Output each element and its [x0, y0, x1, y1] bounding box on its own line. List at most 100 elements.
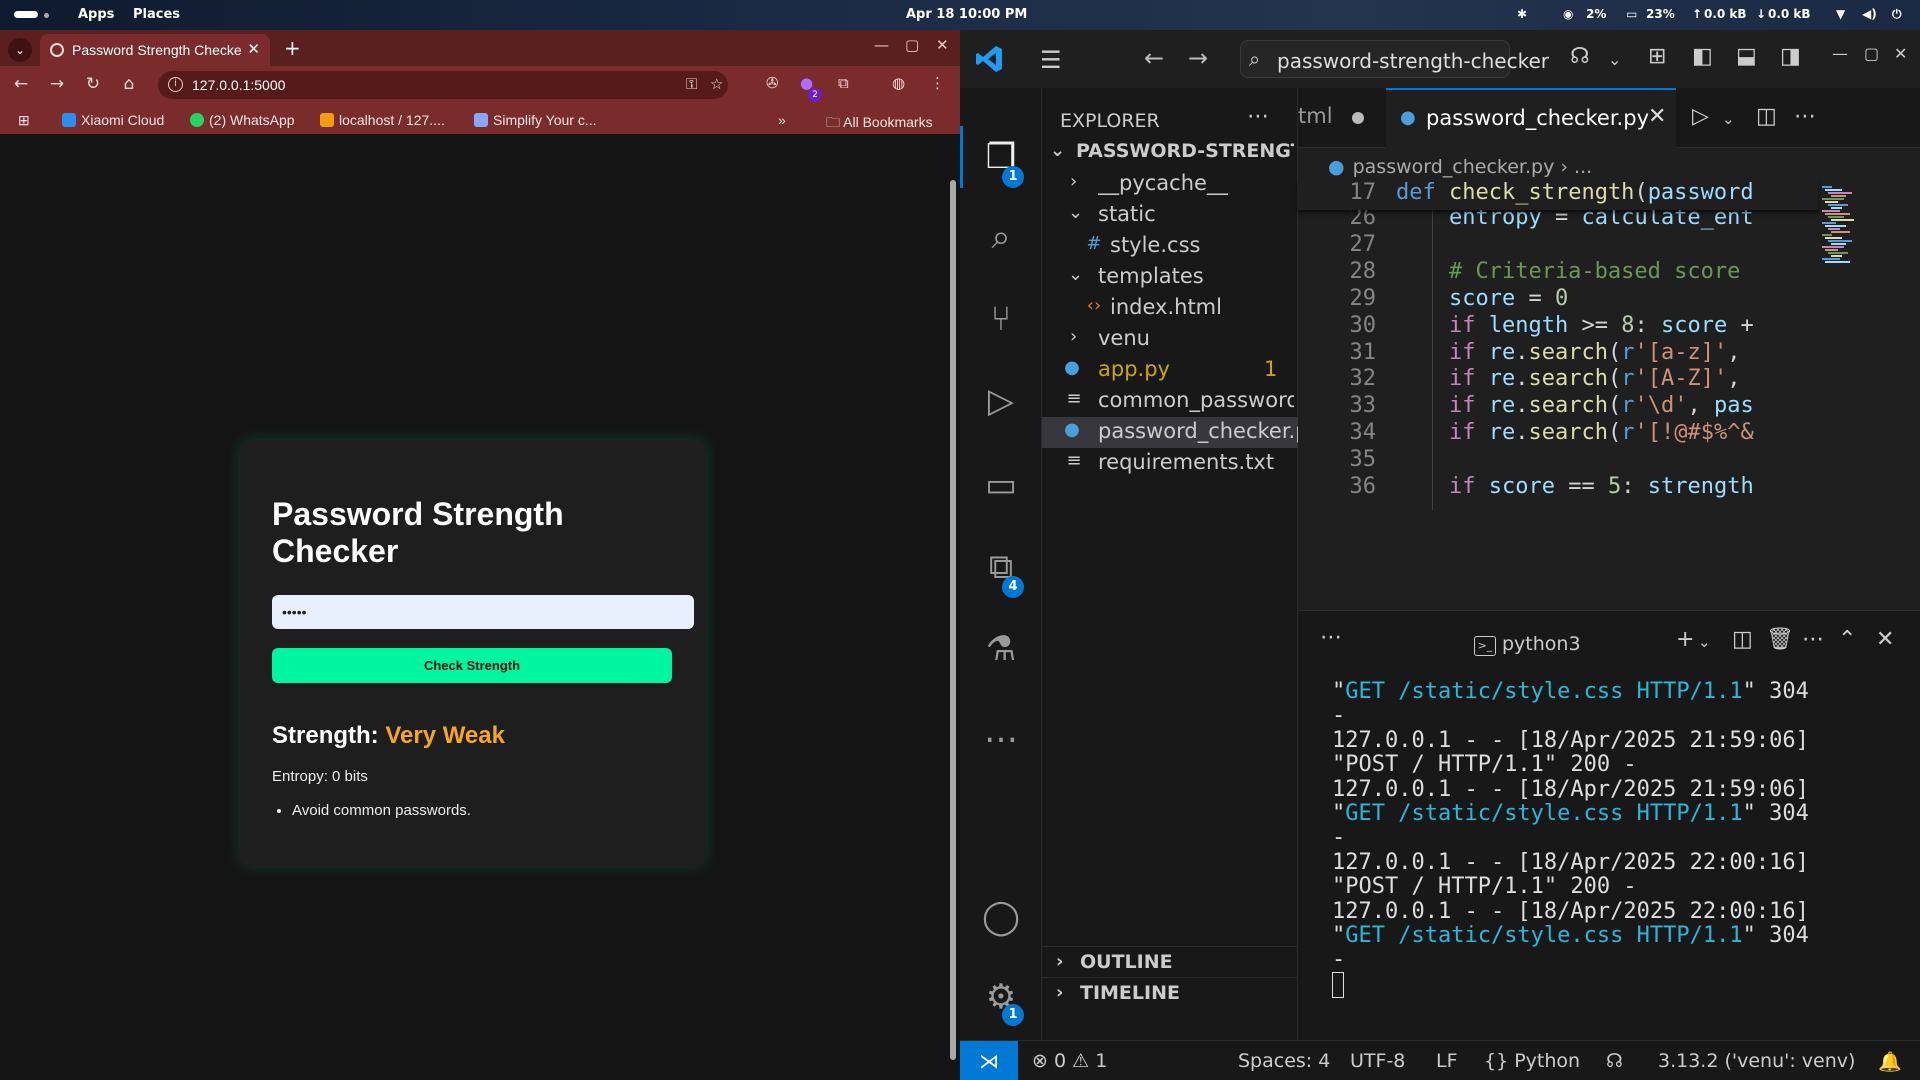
- wifi-icon[interactable]: ▼: [1836, 7, 1845, 21]
- check-strength-button[interactable]: Check Strength: [272, 648, 672, 683]
- breadcrumb[interactable]: ● password_checker.py › ...: [1328, 156, 1592, 178]
- toggle-secondary-sidebar-icon[interactable]: ◨: [1780, 44, 1801, 69]
- more-actions-icon[interactable]: ⋯: [1247, 104, 1269, 129]
- more-actions-icon[interactable]: ⋯: [1794, 104, 1816, 129]
- terminal-output[interactable]: "GET /static/style.css HTTP/1.1" 304-127…: [1332, 679, 1872, 998]
- copilot-status-icon[interactable]: ☊: [1606, 1050, 1623, 1072]
- toggle-panel-icon[interactable]: ⬓: [1736, 44, 1757, 69]
- forward-icon[interactable]: →: [46, 74, 68, 94]
- search-icon[interactable]: ⌕: [978, 214, 1024, 260]
- chevron-down-icon[interactable]: ⌄: [1722, 110, 1735, 128]
- maximize-icon[interactable]: ▢: [1864, 44, 1879, 63]
- toggle-sidebar-icon[interactable]: ◧: [1692, 44, 1713, 69]
- split-terminal-icon[interactable]: ◫: [1732, 627, 1753, 652]
- tree-item-style-css[interactable]: # style.css: [1042, 231, 1298, 262]
- terminal-link[interactable]: GET /static/style.css HTTP/1.1: [1345, 679, 1742, 704]
- close-icon[interactable]: ✕: [247, 40, 260, 58]
- tree-item-static[interactable]: ⌄ static: [1042, 200, 1298, 231]
- editor-tab-index-html[interactable]: tml: [1298, 88, 1386, 148]
- python-interpreter[interactable]: 3.13.2 ('venu': venv): [1658, 1050, 1855, 1072]
- tab-search-chevron-icon[interactable]: ⌄: [8, 38, 32, 62]
- terminal-link[interactable]: GET /static/style.css HTTP/1.1: [1345, 923, 1742, 948]
- encoding-status[interactable]: UTF-8: [1350, 1050, 1405, 1072]
- minimize-icon[interactable]: —: [1832, 44, 1848, 63]
- maximize-panel-icon[interactable]: ⌃: [1838, 627, 1856, 652]
- places-menu[interactable]: Places: [133, 7, 180, 22]
- tree-item-templates[interactable]: ⌄ templates: [1042, 262, 1298, 293]
- chevron-down-icon[interactable]: ⌄: [1608, 50, 1621, 69]
- back-icon[interactable]: ←: [1144, 44, 1164, 72]
- more-actions-icon[interactable]: ⋯: [1802, 627, 1824, 652]
- bookmark-xiaomi[interactable]: Xiaomi Cloud: [62, 112, 164, 128]
- remote-indicator-icon[interactable]: ⋊: [960, 1041, 1018, 1080]
- more-actions-icon[interactable]: ⋯: [1320, 625, 1342, 650]
- activities-indicator[interactable]: [14, 11, 38, 18]
- code-editor[interactable]: 17 def check_strength(password 26 entropy …: [1298, 180, 1818, 610]
- terminal-selector[interactable]: >_ python3: [1474, 633, 1581, 656]
- tree-item-pycache[interactable]: › __pycache__: [1042, 169, 1298, 200]
- notifications-bell-icon[interactable]: 🔔: [1878, 1050, 1902, 1073]
- tree-item-common-passwords[interactable]: ≡ common_passwords...: [1042, 386, 1298, 417]
- more-icon[interactable]: …: [978, 708, 1024, 754]
- eol-status[interactable]: LF: [1436, 1050, 1458, 1072]
- browser-tab-active[interactable]: Password Strength Checker ✕: [40, 34, 270, 66]
- bookmark-simplify[interactable]: Simplify Your c...: [474, 112, 597, 128]
- puzzle-icon[interactable]: ⧉: [838, 74, 849, 92]
- back-icon[interactable]: ←: [10, 74, 32, 94]
- trash-icon[interactable]: 🗑: [1766, 627, 1794, 652]
- all-bookmarks[interactable]: 🗀 All Bookmarks: [826, 112, 933, 136]
- tree-root-folder[interactable]: ⌄ PASSWORD-STRENGTH-C...: [1042, 138, 1298, 169]
- outline-section[interactable]: › OUTLINE: [1042, 946, 1298, 977]
- tree-item-index-html[interactable]: ‹› index.html: [1042, 293, 1298, 324]
- remote-explorer-icon[interactable]: ▭: [978, 462, 1024, 508]
- site-info-icon[interactable]: i: [168, 77, 183, 92]
- bookmark-localhost[interactable]: localhost / 127....: [320, 112, 445, 128]
- run-file-icon[interactable]: ▷: [1692, 104, 1709, 129]
- tree-item-venu[interactable]: › venu: [1042, 324, 1298, 355]
- minimize-icon[interactable]: —: [874, 36, 889, 54]
- chevron-down-icon[interactable]: ⌄: [1698, 633, 1711, 651]
- avatar[interactable]: ◍: [892, 74, 905, 92]
- apps-menu[interactable]: Apps: [78, 7, 114, 22]
- more-bookmarks-icon[interactable]: »: [778, 112, 786, 128]
- close-window-icon[interactable]: ✕: [936, 36, 949, 54]
- language-mode[interactable]: {} Python: [1484, 1050, 1580, 1072]
- apps-grid-icon[interactable]: ⊞: [18, 112, 30, 129]
- star-icon[interactable]: ☆: [710, 75, 723, 93]
- close-icon[interactable]: ✕: [1648, 104, 1666, 129]
- problems-status[interactable]: ⊗ 0 ⚠ 1: [1032, 1050, 1107, 1072]
- power-icon[interactable]: ⏻: [1892, 7, 1902, 22]
- new-terminal-plus-icon[interactable]: +: [1676, 627, 1694, 652]
- password-input[interactable]: [272, 595, 694, 629]
- home-icon[interactable]: ⌂: [118, 74, 140, 94]
- split-editor-icon[interactable]: ◫: [1756, 104, 1777, 129]
- terminal-scrollbar[interactable]: [1886, 681, 1889, 911]
- volume-icon[interactable]: ◀): [1862, 7, 1877, 21]
- address-bar[interactable]: i 127.0.0.1:5000 ⚿ ☆: [158, 71, 728, 99]
- page-scrollbar-thumb[interactable]: [950, 180, 956, 1060]
- new-tab-plus-icon[interactable]: +: [284, 36, 301, 60]
- layout-icon[interactable]: ⊞: [1648, 44, 1666, 69]
- maximize-icon[interactable]: ▢: [905, 36, 919, 54]
- editor-tab-password-checker[interactable]: ● password_checker.py ✕: [1386, 88, 1676, 148]
- indentation-status[interactable]: Spaces: 4: [1238, 1050, 1330, 1072]
- testing-flask-icon[interactable]: ⚗: [978, 626, 1024, 672]
- clock[interactable]: Apr 18 10:00 PM: [906, 7, 1027, 22]
- terminal-link[interactable]: GET /static/style.css HTTP/1.1: [1345, 801, 1742, 826]
- run-debug-icon[interactable]: ▷: [978, 378, 1024, 424]
- accounts-icon[interactable]: ◯: [978, 894, 1024, 940]
- timeline-section[interactable]: › TIMELINE: [1042, 977, 1298, 1008]
- copilot-icon[interactable]: ☊: [1570, 44, 1590, 69]
- tree-item-requirements[interactable]: ≡ requirements.txt: [1042, 448, 1298, 479]
- minimap[interactable]: [1818, 180, 1920, 610]
- kebab-menu-icon[interactable]: ⋮: [930, 74, 945, 92]
- extension-bug-icon[interactable]: ✇: [766, 74, 779, 92]
- close-panel-icon[interactable]: ✕: [1876, 627, 1894, 652]
- url-text[interactable]: 127.0.0.1:5000: [192, 77, 285, 93]
- tree-item-app-py[interactable]: ● app.py 1: [1042, 355, 1298, 386]
- terminal-cursor-line[interactable]: [1332, 971, 1872, 998]
- command-center[interactable]: ⌕ password-strength-checker: [1240, 40, 1549, 78]
- forward-icon[interactable]: →: [1188, 44, 1208, 72]
- bookmark-whatsapp[interactable]: (2) WhatsApp: [190, 112, 295, 128]
- source-control-icon[interactable]: ⑂: [978, 296, 1024, 342]
